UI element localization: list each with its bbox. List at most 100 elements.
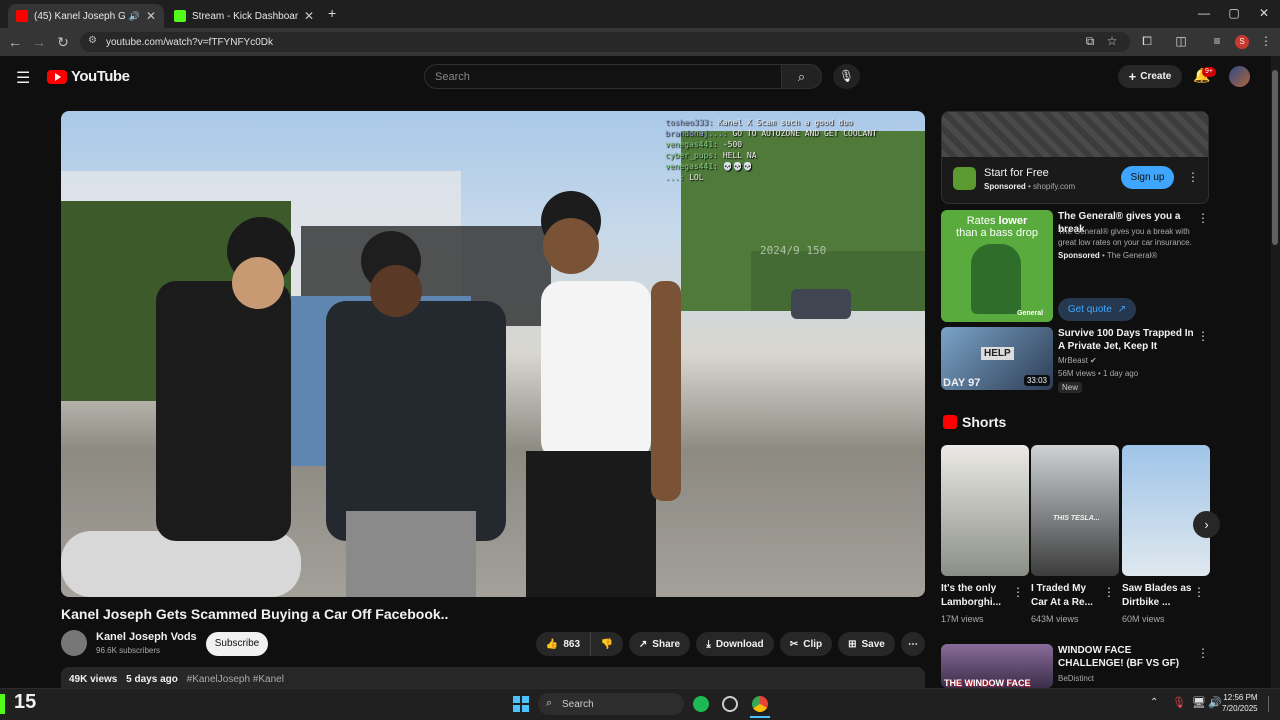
ad-thumb-text: Rates lower than a bass drop [956,215,1038,239]
short-title[interactable]: I Traded My Car At a Re... [1031,582,1101,610]
close-window-icon[interactable]: ✕ [1254,6,1274,20]
recommendation-title[interactable]: Survive 100 Days Trapped In A Private Je… [1058,327,1196,353]
new-tab-button[interactable]: + [328,5,336,21]
ad-menu-icon[interactable]: ⋮ [1187,170,1199,184]
tray-chevron-icon[interactable]: ⌃ [1150,697,1158,708]
channel-avatar[interactable] [61,630,87,656]
voice-search-button[interactable]: 🎙 [833,64,860,89]
reload-icon[interactable]: ↻ [51,34,75,51]
recommendation-menu-icon[interactable]: ⋮ [1197,646,1209,660]
download-button[interactable]: ⤓ Download [696,632,774,656]
sign-up-button[interactable]: Sign up [1121,166,1174,189]
recommendation-title[interactable]: WINDOW FACE CHALLENGE! (BF VS GF) [1058,644,1196,670]
hamburger-menu-icon[interactable]: ☰ [16,68,30,88]
taskbar-search[interactable]: ⌕ Search [538,693,684,715]
share-label: Share [652,638,681,650]
video-player[interactable] [61,111,925,597]
save-button[interactable]: ⊞ Save [838,632,895,656]
notification-badge: 9+ [1202,67,1216,77]
download-label: Download [715,638,764,650]
kick-favicon-icon [174,10,186,22]
search-placeholder: Search [435,70,470,83]
dislike-button[interactable]: 👎 [590,632,623,656]
clip-button[interactable]: ✂ Clip [780,632,832,656]
browser-menu-icon[interactable]: ⋮ [1258,34,1274,48]
short-thumbnail[interactable]: THIS TESLA... [1031,445,1119,576]
network-icon[interactable]: 🖥 [1192,696,1206,709]
tab-kick[interactable]: Stream - Kick Dashboard ✕ [166,4,322,28]
media-control-icon[interactable]: ≡ [1209,34,1225,48]
cast-icon[interactable]: ⧉ [1082,34,1098,49]
logo-text: YouTube [71,68,130,85]
extensions-icon[interactable]: ⧠ [1139,34,1155,49]
ad-title: Start for Free [984,167,1049,179]
share-icon: ↗ [638,638,648,650]
like-button[interactable]: 👍 863 [536,632,590,656]
windows-start-icon[interactable] [513,696,529,712]
tab-youtube[interactable]: (45) Kanel Joseph Gets Scam 🔊 ✕ [8,4,164,28]
new-badge: New [1058,382,1083,393]
short-thumbnail[interactable] [941,445,1029,576]
back-icon[interactable]: ← [3,34,27,50]
search-button[interactable]: ⌕ [781,64,822,89]
short-menu-icon[interactable]: ⋮ [1103,585,1115,599]
volume-icon[interactable]: 🔊 [1208,696,1222,709]
short-thumbnail[interactable] [1122,445,1210,576]
save-playlist-icon: ⊞ [848,638,857,650]
save-label: Save [861,638,885,650]
view-count: 49K views [69,674,118,685]
bookmark-star-icon[interactable]: ☆ [1104,34,1120,48]
short-title[interactable]: It's the only Lamborghi... [941,582,1011,610]
forward-icon[interactable]: → [27,34,51,50]
more-actions-button[interactable]: ⋯ [901,632,925,656]
shopify-logo-icon [953,167,976,190]
speaker-icon[interactable]: 🔊 [129,11,140,22]
maximize-icon[interactable]: ▢ [1224,6,1244,20]
search-input[interactable]: Search [424,64,782,89]
recommendation-thumbnail[interactable]: HELP DAY 97 33:03 [941,327,1053,390]
share-button[interactable]: ↗ Share [629,632,690,656]
chat-message: tosheo333: Kanel X Scam such a good duo [665,118,853,127]
system-clock[interactable]: 12:56 PM 7/20/2025 [1222,692,1258,714]
recommendation-meta: 56M views • 1 day ago [1058,369,1139,378]
channel-name[interactable]: Kanel Joseph Vods [96,631,197,643]
get-quote-button[interactable]: Get quote ↗ [1058,298,1136,321]
general-ad-thumbnail[interactable]: Rates lower than a bass drop General [941,210,1053,322]
taskbar-search-label: Search [562,698,594,710]
sidepanel-icon[interactable]: ◫ [1173,34,1189,48]
recommendation-channel: MrBeast ✔ [1058,356,1097,365]
advertiser-name: The General® [1106,251,1158,260]
youtube-logo[interactable]: YouTube [47,68,130,85]
thumbs-up-icon: 👍 [545,638,559,650]
account-avatar[interactable] [1229,66,1250,87]
search-icon: ⌕ [546,697,553,709]
active-app-indicator [750,716,770,718]
microphone-tray-icon[interactable]: 🎙 [1172,696,1186,709]
create-button[interactable]: + Create [1118,65,1182,88]
close-tab-icon[interactable]: ✕ [146,9,156,23]
recommendation-menu-icon[interactable]: ⋮ [1197,329,1209,343]
hashtags[interactable]: #KanelJoseph #Kanel [187,674,284,685]
spotify-icon[interactable] [693,696,709,712]
short-views: 643M views [1031,614,1079,624]
chrome-icon[interactable] [752,696,768,712]
recommendation-channel: BeDistinct [1058,674,1095,683]
scrollbar-thumb[interactable] [1272,70,1278,245]
recommendation-thumbnail[interactable]: THE WINDOW FACE [941,644,1053,688]
app-icon[interactable] [722,696,738,712]
close-tab-icon[interactable]: ✕ [304,9,314,23]
show-desktop-button[interactable] [1268,696,1272,712]
ad-menu-icon[interactable]: ⋮ [1197,211,1209,225]
subscribe-button[interactable]: Subscribe [206,632,268,656]
short-title[interactable]: Saw Blades as Dirtbike ... [1122,582,1192,610]
sponsored-label: Sponsored [984,182,1026,191]
youtube-play-icon [47,69,67,84]
short-menu-icon[interactable]: ⋮ [1012,585,1024,599]
minimize-icon[interactable]: — [1194,6,1214,20]
shorts-next-arrow-icon[interactable]: › [1193,511,1220,538]
external-link-icon: ↗ [1117,304,1127,315]
site-info-icon[interactable]: ⚙ [88,35,97,46]
short-menu-icon[interactable]: ⋮ [1193,585,1205,599]
url-field[interactable]: ⚙ youtube.com/watch?v=fTFYNFYc0Dk [80,32,1130,52]
profile-avatar[interactable]: S [1235,35,1249,49]
